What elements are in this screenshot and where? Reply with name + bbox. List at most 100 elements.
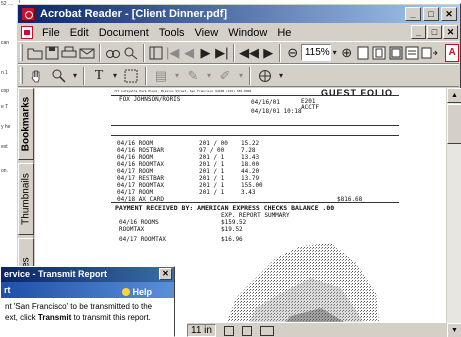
screen: 52 .... can n 1 cop e T y he ext on. Acr…: [0, 0, 461, 337]
toolbar-grip[interactable]: [20, 44, 23, 61]
bg-line: n 1: [1, 70, 8, 76]
note-dropdown-icon[interactable]: ▾: [173, 66, 181, 86]
zoom-out-icon[interactable]: ⊖: [285, 43, 299, 63]
web-capture-dropdown-icon[interactable]: ▾: [277, 66, 285, 86]
text-select-icon[interactable]: T: [89, 66, 109, 86]
search-icon[interactable]: [123, 43, 139, 63]
tab-thumbnails[interactable]: Thumbnails: [18, 163, 34, 235]
folio-ref: 201 / 1: [199, 154, 225, 161]
summary-row: 04/16 ROOMS: [119, 219, 159, 226]
last-page-icon[interactable]: ▶|: [215, 43, 229, 63]
bg-line: ext: [1, 144, 8, 150]
find-icon[interactable]: [105, 43, 121, 63]
folio-amount: 7.28: [241, 147, 256, 154]
bg-line: can: [1, 40, 10, 46]
menu-file[interactable]: File: [37, 27, 65, 39]
help-icon: [122, 288, 131, 296]
toolbar-separator: [83, 66, 85, 85]
bg-line: on.: [1, 168, 8, 174]
next-page-icon[interactable]: ▶: [198, 43, 212, 63]
zoom-menu-icon[interactable]: ▾: [332, 43, 338, 63]
web-capture-icon[interactable]: [255, 66, 275, 86]
status-bar: 11 in: [187, 322, 446, 337]
actual-size-icon[interactable]: [356, 43, 370, 63]
fit-page-icon[interactable]: [372, 43, 386, 63]
save-icon[interactable]: [45, 43, 59, 63]
document-menu-icon[interactable]: [21, 26, 33, 39]
toolbar-grip[interactable]: [20, 67, 23, 84]
acrobat-app-icon[interactable]: [21, 7, 35, 21]
folio-ref: 201 / 1: [199, 189, 225, 196]
minimize-button[interactable]: _: [405, 7, 421, 21]
graphics-select-icon[interactable]: [121, 66, 141, 86]
title-bar[interactable]: Acrobat Reader - [Client Dinner.pdf] _ □…: [18, 5, 459, 23]
dialog-close-button[interactable]: ✕: [159, 268, 172, 280]
dialog-title-bar[interactable]: ervice - Transmit Report ✕: [1, 267, 174, 282]
previous-page-icon[interactable]: ◀: [182, 43, 196, 63]
zoom-field[interactable]: 115%: [300, 44, 331, 61]
go-forward-icon[interactable]: ▶: [261, 43, 275, 63]
summary-row: ROOMTAX: [119, 226, 145, 233]
main-toolbar: |◀ ◀ ▶ ▶| ◀◀ ▶ ⊖ 115% ▾ ⊕ A: [18, 41, 459, 64]
open-icon[interactable]: [27, 43, 43, 63]
menu-window[interactable]: Window: [223, 27, 272, 39]
folio-ref: 201 / 1: [199, 168, 225, 175]
window-title: Acrobat Reader - [Client Dinner.pdf]: [40, 8, 228, 20]
scroll-up-icon[interactable]: ▲: [447, 88, 461, 103]
vertical-scrollbar[interactable]: ▲ ▼: [446, 88, 461, 337]
single-page-icon[interactable]: [223, 325, 234, 336]
scroll-thumb[interactable]: [447, 104, 461, 144]
payment-line: PAYMENT RECEIVED BY: AMERICAN EXPRESS CH…: [115, 204, 335, 212]
print-icon[interactable]: [61, 43, 77, 63]
doc-restore-button[interactable]: □: [427, 25, 442, 39]
menu-view[interactable]: View: [190, 27, 224, 39]
first-page-icon[interactable]: |◀: [166, 43, 180, 63]
rotate-view-icon[interactable]: [421, 43, 441, 63]
maximize-button[interactable]: □: [423, 7, 439, 21]
folio-row: 04/16 ROOM: [117, 140, 154, 147]
dialog-title: ervice - Transmit Report: [4, 269, 108, 279]
close-button[interactable]: ✕: [441, 7, 457, 21]
scroll-down-icon[interactable]: ▼: [447, 323, 461, 337]
folio-amount: 13.43: [241, 154, 260, 161]
go-back-icon[interactable]: ◀◀: [239, 43, 259, 63]
menu-document[interactable]: Document: [94, 27, 154, 39]
reflow-icon[interactable]: [405, 43, 419, 63]
continuous-icon[interactable]: [241, 325, 252, 336]
toolbar-separator: [143, 43, 146, 62]
zoom-tool-dropdown-icon[interactable]: ▾: [71, 66, 79, 86]
navigation-pane-icon[interactable]: [149, 43, 163, 63]
text-select-dropdown-icon[interactable]: ▾: [111, 66, 119, 86]
email-icon[interactable]: [79, 43, 95, 63]
summary-amount: $19.52: [221, 226, 243, 233]
doc-minimize-button[interactable]: _: [411, 25, 426, 39]
arrival-date: 04/16/01: [251, 99, 280, 106]
highlight-tool-icon[interactable]: ✐: [215, 66, 235, 86]
hotel-address: 777 Lafayette Park Place, Mission Street…: [114, 89, 252, 93]
tab-bookmarks[interactable]: Bookmarks: [18, 88, 34, 160]
highlight-dropdown-icon[interactable]: ▾: [237, 66, 245, 86]
zoom-tool-icon[interactable]: [49, 66, 69, 86]
folio-amount: 13.79: [241, 175, 260, 182]
acrobat-online-icon[interactable]: A: [445, 43, 459, 62]
report-line: EXP. REPORT SUMMARY: [221, 212, 290, 219]
pencil-tool-icon[interactable]: ✎: [183, 66, 203, 86]
pencil-dropdown-icon[interactable]: ▾: [205, 66, 213, 86]
note-tool-icon[interactable]: ▤: [151, 66, 171, 86]
fit-width-icon[interactable]: [389, 43, 403, 63]
bg-line: cop: [1, 88, 10, 94]
menu-help[interactable]: He: [272, 27, 296, 39]
doc-close-button[interactable]: ✕: [443, 25, 458, 39]
folio-row: 04/16 ROOMTAX: [117, 161, 164, 168]
folio-row: 04/16 ROSTBAR: [117, 147, 164, 154]
zoom-in-icon[interactable]: ⊕: [339, 43, 353, 63]
hand-tool-icon[interactable]: [27, 66, 47, 86]
folio-amount: 18.00: [241, 161, 260, 168]
facing-pages-icon[interactable]: [259, 325, 274, 336]
menu-edit[interactable]: Edit: [65, 27, 94, 39]
folio-ref: 201 / 00: [199, 140, 228, 147]
help-button[interactable]: Help: [122, 284, 152, 300]
menu-tools[interactable]: Tools: [154, 27, 190, 39]
folio-ref: 97 / 00: [199, 147, 225, 154]
page-size-readout: 11 in: [187, 324, 216, 337]
